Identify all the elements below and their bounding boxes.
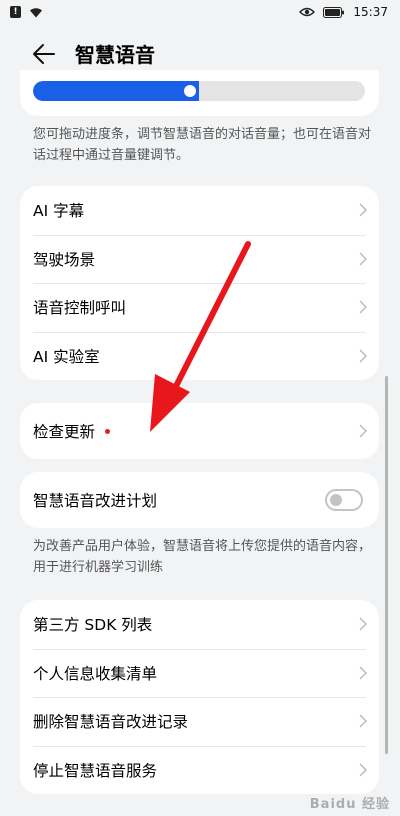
volume-slider-thumb[interactable] (184, 85, 196, 97)
improve-plan-label: 智慧语音改进计划 (33, 492, 158, 510)
watermark: Baidu 经验 (309, 797, 390, 812)
status-bar: ! 15:37 (0, 0, 400, 26)
list-item-label: 个人信息收集清单 (33, 664, 158, 683)
back-arrow-icon[interactable] (30, 40, 58, 68)
update-badge (105, 428, 111, 434)
volume-note: 您可拖动进度条，调节智慧语音的对话音量；也可在语音对话过程中通过音量键调节。 (33, 127, 372, 163)
list-item-sdk-list[interactable]: 第三方 SDK 列表 (20, 600, 379, 649)
chevron-right-icon (359, 666, 367, 680)
chevron-right-icon (359, 349, 367, 363)
page-title: 智慧语音 (75, 43, 155, 67)
chevron-right-icon (359, 424, 367, 438)
list-item-info-list[interactable]: 个人信息收集清单 (20, 648, 379, 698)
feature-list-card: AI 字幕 驾驶场景 语音控制呼叫 AI 实验室 (20, 186, 379, 380)
list-item-ai-subtitle[interactable]: AI 字幕 (20, 186, 379, 235)
scrollbar[interactable] (385, 376, 388, 754)
list-item-voice-call[interactable]: 语音控制呼叫 (20, 283, 379, 332)
list-item-stop-service[interactable]: 停止智慧语音服务 (20, 745, 379, 795)
chevron-right-icon (359, 300, 367, 314)
list-item-delete-records[interactable]: 删除智慧语音改进记录 (20, 697, 379, 746)
volume-slider[interactable] (33, 81, 365, 101)
improve-note: 为改善产品用户体验，智慧语音将上传您提供的语音内容，用于进行机器学习训练 (33, 539, 372, 575)
improve-plan-card: 智慧语音改进计划 (20, 472, 379, 528)
battery-icon (323, 6, 345, 18)
chevron-right-icon (359, 763, 367, 777)
eye-icon (299, 7, 316, 17)
list-item-driving-scene[interactable]: 驾驶场景 (20, 234, 379, 284)
list-item-label: 第三方 SDK 列表 (33, 616, 153, 635)
chevron-right-icon (359, 617, 367, 631)
toggle-knob (330, 494, 342, 506)
improve-plan-item: 智慧语音改进计划 (20, 472, 379, 528)
chevron-right-icon (359, 203, 367, 217)
list-item-label: 语音控制呼叫 (33, 299, 127, 318)
improve-plan-toggle[interactable] (325, 489, 363, 511)
notification-icon: ! (10, 6, 21, 18)
list-item-label: 停止智慧语音服务 (33, 761, 158, 780)
volume-card (20, 70, 379, 116)
list-item-ai-lab[interactable]: AI 实验室 (20, 331, 379, 381)
list-item-label: AI 字幕 (33, 202, 85, 221)
chevron-right-icon (359, 714, 367, 728)
list-item-label: 删除智慧语音改进记录 (33, 713, 189, 732)
list-item-label: 驾驶场景 (33, 250, 96, 269)
check-update-label: 检查更新 (33, 423, 96, 441)
privacy-list-card: 第三方 SDK 列表 个人信息收集清单 删除智慧语音改进记录 停止智慧语音服务 (20, 600, 379, 794)
check-update-card: 检查更新 (20, 403, 379, 459)
volume-slider-fill (33, 81, 199, 101)
list-item-label: AI 实验室 (33, 347, 100, 366)
check-update-item[interactable]: 检查更新 (20, 403, 379, 459)
wifi-icon (30, 7, 42, 17)
chevron-right-icon (359, 252, 367, 266)
clock: 15:37 (353, 5, 388, 19)
